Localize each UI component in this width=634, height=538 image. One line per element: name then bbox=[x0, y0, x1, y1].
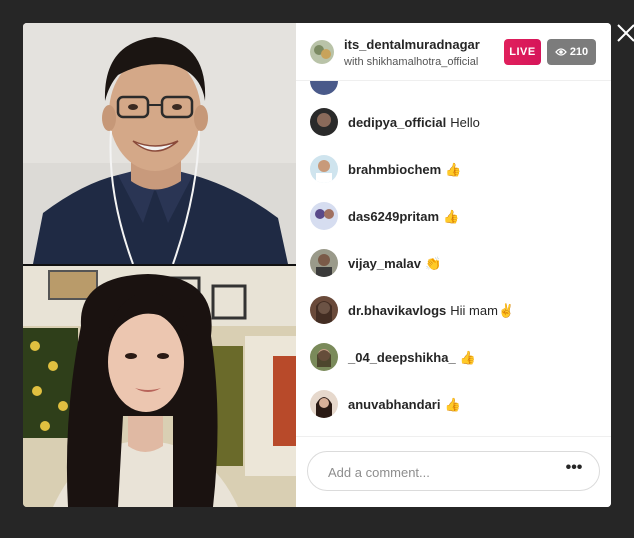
comment-username[interactable]: _04_deepshikha_ bbox=[348, 350, 456, 365]
avatar[interactable] bbox=[310, 108, 338, 136]
thumbs-up-icon: 👍 bbox=[459, 350, 476, 365]
more-options-button[interactable]: ••• bbox=[562, 460, 586, 481]
live-header: its_dentalmuradnagar with shikhamalhotra… bbox=[296, 23, 611, 81]
guest-subtitle: with shikhamalhotra_official bbox=[344, 56, 479, 68]
viewer-count-badge: 210 bbox=[547, 39, 596, 65]
avatar[interactable] bbox=[310, 390, 338, 418]
comment-username[interactable]: dr.bhavikavlogs bbox=[348, 303, 446, 318]
comment-username[interactable]: dedipya_official bbox=[348, 115, 446, 130]
host-username[interactable]: its_dentalmuradnagar bbox=[344, 37, 480, 52]
host-video bbox=[23, 23, 296, 264]
comment-username[interactable]: anuvabhandari bbox=[348, 397, 440, 412]
list-item: das6249pritam 👍 bbox=[310, 202, 600, 232]
list-item: dedipya_official Hello bbox=[310, 108, 600, 138]
thumbs-up-icon: 👍 bbox=[443, 209, 460, 224]
live-badge: LIVE bbox=[504, 39, 541, 65]
avatar[interactable] bbox=[310, 155, 338, 183]
avatar[interactable] bbox=[310, 202, 338, 230]
comment-list: dedipya_official Hello brahmbiochem 👍 das6… bbox=[296, 81, 611, 436]
list-item: brahmbiochem 👍 bbox=[310, 155, 600, 185]
comment-username[interactable]: vijay_malav bbox=[348, 256, 421, 271]
comment-username[interactable]: brahmbiochem bbox=[348, 162, 441, 177]
close-icon bbox=[617, 24, 634, 42]
guest-video bbox=[23, 266, 296, 507]
host-avatar[interactable] bbox=[310, 40, 334, 64]
comment-input[interactable] bbox=[326, 461, 550, 483]
comment-box: ••• bbox=[307, 451, 600, 491]
list-item: _04_deepshikha_ 👍 bbox=[310, 343, 600, 373]
avatar[interactable] bbox=[310, 343, 338, 371]
list-item: vijay_malav 👏 bbox=[310, 249, 600, 279]
live-video-area bbox=[23, 23, 296, 507]
eye-icon bbox=[554, 48, 567, 56]
list-item: anuvabhandari 👍 bbox=[310, 390, 600, 420]
close-button[interactable] bbox=[615, 22, 634, 44]
partial-avatar bbox=[310, 81, 338, 95]
comment-username[interactable]: das6249pritam bbox=[348, 209, 439, 224]
comment-message: Hii mam bbox=[450, 303, 498, 318]
clapping-icon: 👏 bbox=[425, 256, 442, 271]
live-panel: its_dentalmuradnagar with shikhamalhotra… bbox=[296, 23, 611, 507]
list-item: dr.bhavikavlogs Hii mam✌ bbox=[310, 296, 600, 326]
avatar[interactable] bbox=[310, 296, 338, 324]
thumbs-up-icon: 👍 bbox=[445, 162, 462, 177]
live-modal: its_dentalmuradnagar with shikhamalhotra… bbox=[23, 23, 611, 507]
avatar[interactable] bbox=[310, 249, 338, 277]
comment-message: Hello bbox=[450, 115, 480, 130]
comment-footer: ••• bbox=[296, 436, 611, 507]
viewer-count: 210 bbox=[569, 46, 589, 58]
thumbs-up-icon: 👍 bbox=[444, 397, 461, 412]
victory-hand-icon: ✌ bbox=[497, 303, 515, 318]
